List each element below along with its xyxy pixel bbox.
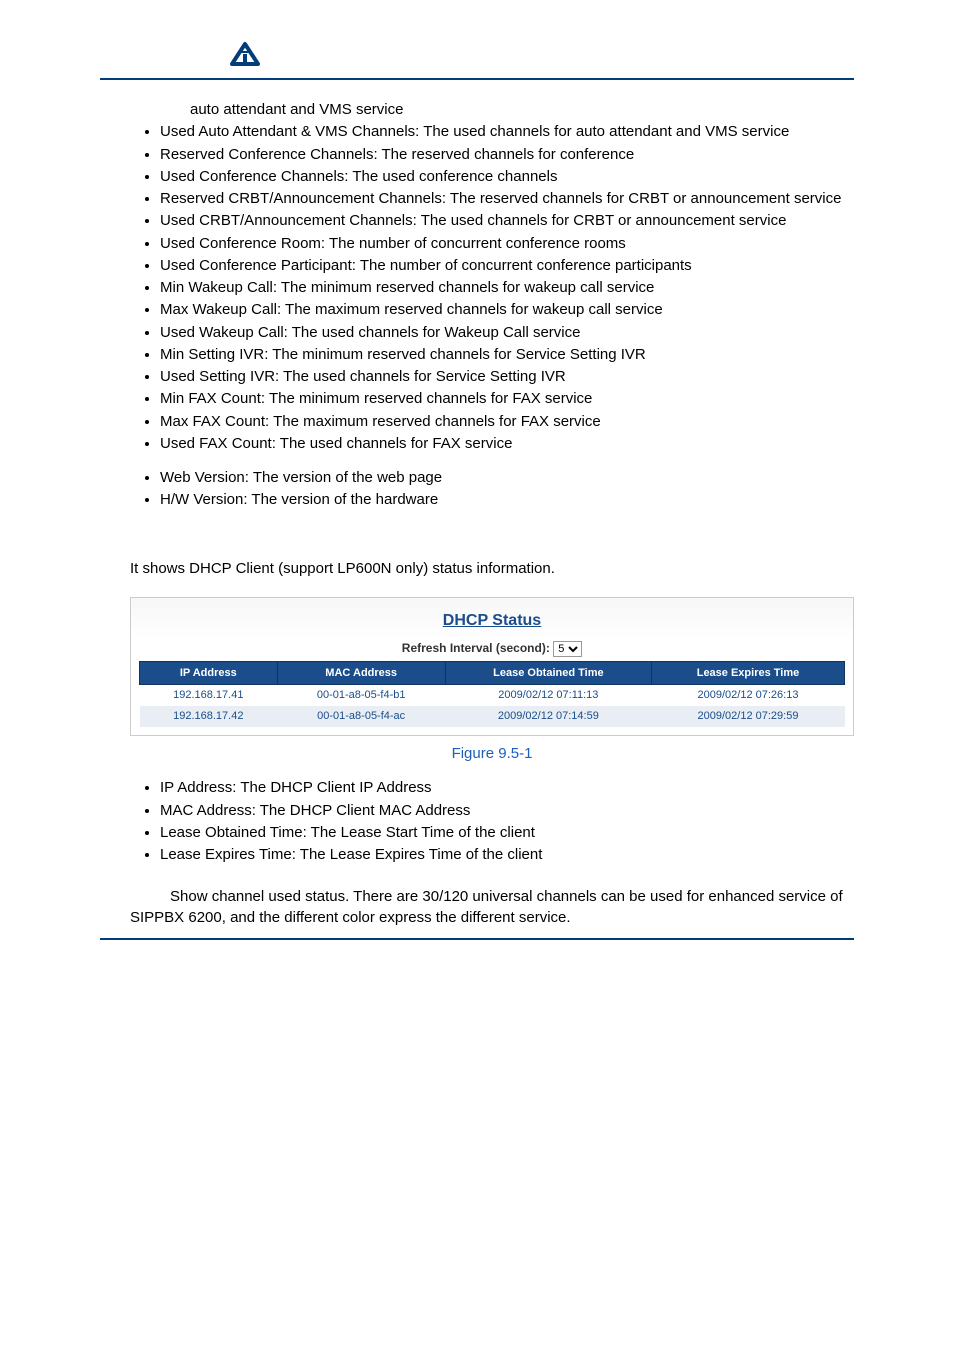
refresh-interval-label: Refresh Interval (second):	[402, 641, 550, 655]
list-item: Min Setting IVR: The minimum reserved ch…	[160, 345, 854, 365]
logo-icon	[230, 40, 260, 68]
list-item: Reserved CRBT/Announcement Channels: The…	[160, 189, 854, 209]
column-header-mac: MAC Address	[277, 661, 445, 685]
figure-caption: Figure 9.5-1	[130, 744, 854, 764]
dhcp-intro-text: It shows DHCP Client (support LP600N onl…	[130, 559, 854, 579]
cell-expires: 2009/02/12 07:29:59	[651, 706, 844, 727]
feature-list-main: Used Auto Attendant & VMS Channels: The …	[130, 122, 854, 454]
footer-divider	[100, 938, 854, 940]
list-item: Used Conference Room: The number of conc…	[160, 234, 854, 254]
cell-mac: 00-01-a8-05-f4-b1	[277, 685, 445, 706]
column-header-obtained: Lease Obtained Time	[445, 661, 651, 685]
list-item: Max Wakeup Call: The maximum reserved ch…	[160, 300, 854, 320]
list-item: IP Address: The DHCP Client IP Address	[160, 778, 854, 798]
closing-paragraph: Show channel used status. There are 30/1…	[130, 887, 854, 928]
list-item: MAC Address: The DHCP Client MAC Address	[160, 801, 854, 821]
dhcp-status-panel: DHCP Status Refresh Interval (second): 5…	[130, 597, 854, 736]
cell-ip: 192.168.17.42	[140, 706, 278, 727]
list-item: Used CRBT/Announcement Channels: The use…	[160, 211, 854, 231]
list-item: Min Wakeup Call: The minimum reserved ch…	[160, 278, 854, 298]
dhcp-status-title: DHCP Status	[139, 608, 845, 640]
cell-obtained: 2009/02/12 07:14:59	[445, 706, 651, 727]
field-description-list: IP Address: The DHCP Client IP Address M…	[130, 778, 854, 865]
feature-list-version: Web Version: The version of the web page…	[130, 468, 854, 511]
column-header-expires: Lease Expires Time	[651, 661, 844, 685]
dhcp-status-table: IP Address MAC Address Lease Obtained Ti…	[139, 661, 845, 728]
table-row: 192.168.17.41 00-01-a8-05-f4-b1 2009/02/…	[140, 685, 845, 706]
list-item: Reserved Conference Channels: The reserv…	[160, 145, 854, 165]
list-item: Used Conference Participant: The number …	[160, 256, 854, 276]
list-item: Used Setting IVR: The used channels for …	[160, 367, 854, 387]
refresh-interval-select[interactable]: 5	[553, 641, 582, 657]
list-item: Max FAX Count: The maximum reserved chan…	[160, 412, 854, 432]
continuation-text: auto attendant and VMS service	[130, 100, 854, 120]
list-item: Used Conference Channels: The used confe…	[160, 167, 854, 187]
list-item: Min FAX Count: The minimum reserved chan…	[160, 389, 854, 409]
cell-obtained: 2009/02/12 07:11:13	[445, 685, 651, 706]
table-row: 192.168.17.42 00-01-a8-05-f4-ac 2009/02/…	[140, 706, 845, 727]
header-divider	[100, 78, 854, 80]
list-item: Used Wakeup Call: The used channels for …	[160, 323, 854, 343]
list-item: H/W Version: The version of the hardware	[160, 490, 854, 510]
list-item: Lease Expires Time: The Lease Expires Ti…	[160, 845, 854, 865]
list-item: Web Version: The version of the web page	[160, 468, 854, 488]
list-item: Used FAX Count: The used channels for FA…	[160, 434, 854, 454]
list-item: Used Auto Attendant & VMS Channels: The …	[160, 122, 854, 142]
cell-mac: 00-01-a8-05-f4-ac	[277, 706, 445, 727]
cell-expires: 2009/02/12 07:26:13	[651, 685, 844, 706]
list-item: Lease Obtained Time: The Lease Start Tim…	[160, 823, 854, 843]
cell-ip: 192.168.17.41	[140, 685, 278, 706]
column-header-ip: IP Address	[140, 661, 278, 685]
